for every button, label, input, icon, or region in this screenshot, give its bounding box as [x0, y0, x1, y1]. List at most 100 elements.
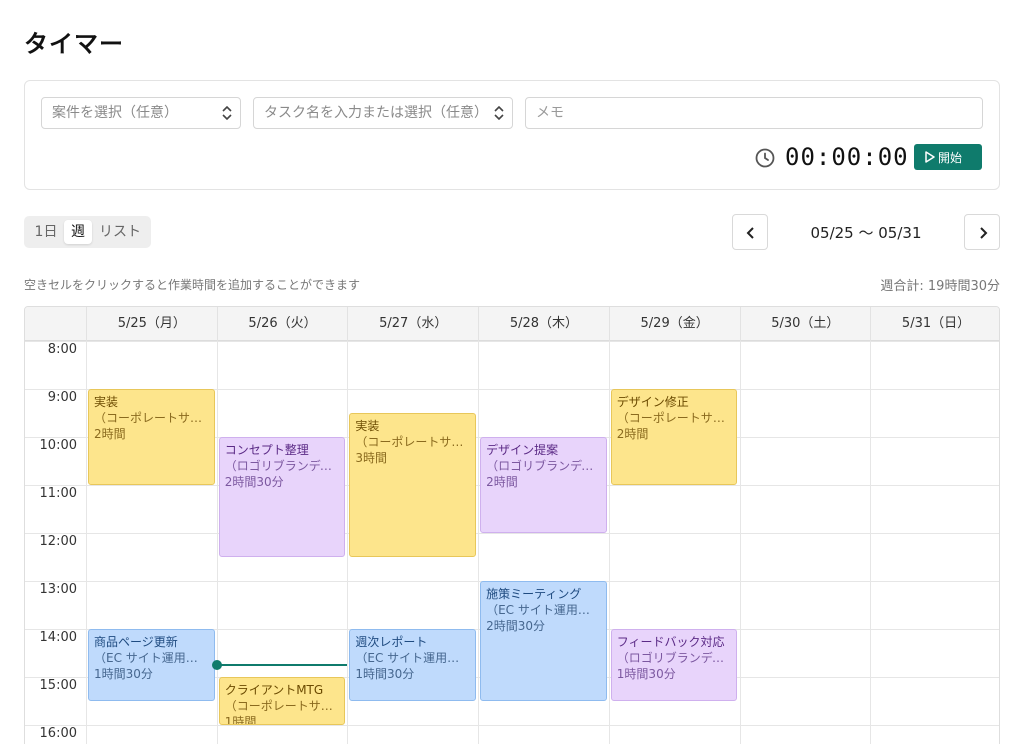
empty-time-cell[interactable] [609, 341, 740, 389]
project-select[interactable]: 案件を選択（任意） [41, 97, 241, 129]
entry-duration: 3時間 [355, 451, 388, 465]
empty-time-cell[interactable] [217, 629, 348, 677]
entry-project: （コーポレートサイト制作） [94, 411, 209, 425]
tab-week[interactable]: 週 [64, 220, 92, 244]
next-week-button[interactable] [964, 214, 1000, 250]
time-entry[interactable]: デザイン修正 （コーポレートサイト制作） 2時間 [610, 389, 738, 485]
empty-time-cell[interactable] [740, 629, 871, 677]
day-header: 5/25（月） [86, 307, 217, 341]
timer-panel: 案件を選択（任意） タスク名を入力または選択（任意） 00:00:00 開始 [24, 80, 1000, 190]
empty-time-cell[interactable] [740, 437, 871, 485]
calendar-header: 5/25（月） 5/26（火） 5/27（水） 5/28（木） 5/29（金） 5/30（… [25, 307, 999, 341]
tab-list[interactable]: リスト [96, 220, 144, 244]
empty-time-cell[interactable] [870, 437, 999, 485]
empty-time-cell[interactable] [478, 389, 609, 437]
empty-time-cell[interactable] [217, 341, 348, 389]
time-entry[interactable]: クライアントMTG （コーポレートサイト制作） 1時間 [218, 677, 346, 725]
entry-title: 施策ミーティング [486, 587, 582, 601]
date-range: 05/25 〜 05/31 [810, 224, 922, 242]
day-header: 5/26（火） [216, 307, 348, 341]
empty-time-cell[interactable] [870, 389, 999, 437]
hour-label: 9:00 [47, 390, 77, 405]
empty-time-cell[interactable] [478, 533, 609, 581]
entry-title: 商品ページ更新 [94, 635, 178, 649]
entry-duration: 2時間 [94, 427, 126, 441]
entry-title: デザイン提案 [486, 443, 559, 457]
time-entry[interactable]: フィードバック対応 （ロゴリブランディング） 1時間30分 [610, 629, 738, 701]
time-entry[interactable]: 実装 （コーポレートサイト制作） 2時間 [88, 389, 215, 485]
empty-time-cell[interactable] [86, 485, 217, 533]
empty-time-cell[interactable] [870, 677, 999, 725]
task-select-label: タスク名を入力または選択（任意） [264, 105, 488, 121]
empty-time-cell[interactable] [478, 725, 609, 744]
empty-time-cell[interactable] [609, 581, 740, 629]
day-gridline [870, 341, 872, 744]
play-icon [925, 151, 935, 163]
time-entry[interactable]: 週次レポート （EC サイト運用支援） 1時間30分 [349, 629, 477, 701]
empty-time-cell[interactable] [870, 485, 999, 533]
empty-time-cell[interactable] [740, 581, 871, 629]
empty-time-cell[interactable] [347, 341, 478, 389]
time-entry[interactable]: コンセプト整理 （ロゴリブランディング） 2時間30分 [218, 437, 346, 557]
empty-time-cell[interactable] [609, 725, 740, 744]
empty-time-cell[interactable] [740, 341, 871, 389]
tab-day[interactable]: 1日 [30, 220, 62, 244]
entry-duration: 1時間30分 [355, 667, 415, 681]
empty-time-cell[interactable] [740, 677, 871, 725]
updown-icon [222, 106, 232, 120]
hour-label: 16:00 [39, 726, 77, 741]
task-select[interactable]: タスク名を入力または選択（任意） [253, 97, 513, 129]
empty-time-cell[interactable] [217, 581, 348, 629]
empty-time-cell[interactable] [217, 725, 348, 744]
page-title: タイマー [24, 30, 124, 58]
time-entry[interactable]: 実装 （コーポレートサイト制作） 3時間 [349, 413, 477, 557]
prev-week-button[interactable] [732, 214, 768, 250]
entry-project: （ロゴリブランディング） [616, 651, 732, 665]
empty-time-cell[interactable] [609, 485, 740, 533]
entry-duration: 1時間30分 [616, 667, 676, 681]
empty-time-cell[interactable] [217, 389, 348, 437]
hour-label: 15:00 [39, 678, 77, 693]
entry-duration: 2時間30分 [224, 475, 284, 489]
entry-title: コンセプト整理 [224, 443, 309, 457]
empty-time-cell[interactable] [86, 725, 217, 744]
entry-duration: 2時間 [486, 475, 518, 489]
time-entry[interactable]: 商品ページ更新 （EC サイト運用支援） 1時間30分 [88, 629, 215, 701]
entry-title: 実装 [355, 419, 380, 433]
hour-label: 13:00 [39, 582, 77, 597]
empty-time-cell[interactable] [609, 533, 740, 581]
empty-time-cell[interactable] [86, 341, 217, 389]
entry-project: （EC サイト運用支援） [355, 651, 471, 665]
empty-time-cell[interactable] [347, 581, 478, 629]
empty-time-cell[interactable] [870, 581, 999, 629]
day-header: 5/27（水） [347, 307, 478, 341]
chevron-left-icon [746, 227, 754, 239]
entry-title: 実装 [94, 395, 119, 409]
project-select-label: 案件を選択（任意） [52, 105, 178, 121]
day-gridline [216, 341, 218, 744]
entry-duration: 2時間30分 [486, 619, 545, 633]
empty-time-cell[interactable] [870, 341, 999, 389]
day-gridline [86, 341, 87, 744]
empty-time-cell[interactable] [740, 533, 871, 581]
empty-time-cell[interactable] [870, 533, 999, 581]
current-time-line [216, 664, 348, 666]
time-entry[interactable]: デザイン提案 （ロゴリブランディング） 2時間 [480, 437, 607, 533]
time-entry[interactable]: 施策ミーティング （EC サイト運用支援） 2時間30分 [480, 581, 607, 701]
empty-time-cell[interactable] [740, 725, 871, 744]
hour-label: 14:00 [39, 630, 77, 645]
empty-time-cell[interactable] [740, 389, 871, 437]
empty-time-cell[interactable] [86, 581, 217, 629]
day-header: 5/29（金） [608, 307, 740, 341]
start-button[interactable]: 開始 [914, 144, 982, 170]
empty-time-cell[interactable] [478, 341, 609, 389]
empty-time-cell[interactable] [740, 485, 871, 533]
empty-time-cell[interactable] [86, 533, 217, 581]
empty-time-cell[interactable] [870, 629, 999, 677]
entry-title: クライアントMTG [224, 683, 324, 697]
empty-time-cell[interactable] [347, 725, 478, 744]
entry-title: デザイン修正 [616, 395, 689, 409]
entry-project: （ロゴリブランディング） [224, 459, 340, 473]
memo-input[interactable] [525, 97, 983, 129]
empty-time-cell[interactable] [870, 725, 999, 744]
